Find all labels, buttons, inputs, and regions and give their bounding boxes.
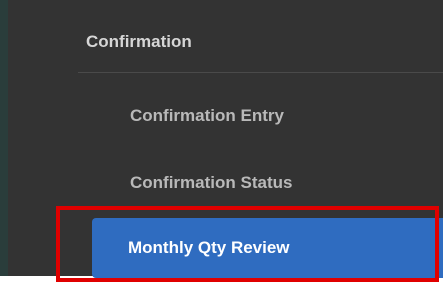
- sidebar-item-confirmation-status[interactable]: Confirmation Status: [86, 155, 443, 211]
- sidebar-item-label: Confirmation Status: [130, 173, 293, 192]
- sidebar-item-monthly-qty-review[interactable]: Monthly Qty Review: [92, 218, 443, 278]
- section-divider: [78, 72, 443, 73]
- sidebar-nav: Confirmation Confirmation Entry Confirma…: [0, 0, 443, 278]
- section-header-confirmation[interactable]: Confirmation: [86, 22, 192, 62]
- sidebar-item-label: Confirmation Entry: [130, 106, 284, 125]
- sidebar-item-label: Monthly Qty Review: [128, 238, 290, 257]
- sidebar-item-confirmation-entry[interactable]: Confirmation Entry: [86, 88, 443, 144]
- screenshot-frame: Confirmation Confirmation Entry Confirma…: [0, 0, 443, 286]
